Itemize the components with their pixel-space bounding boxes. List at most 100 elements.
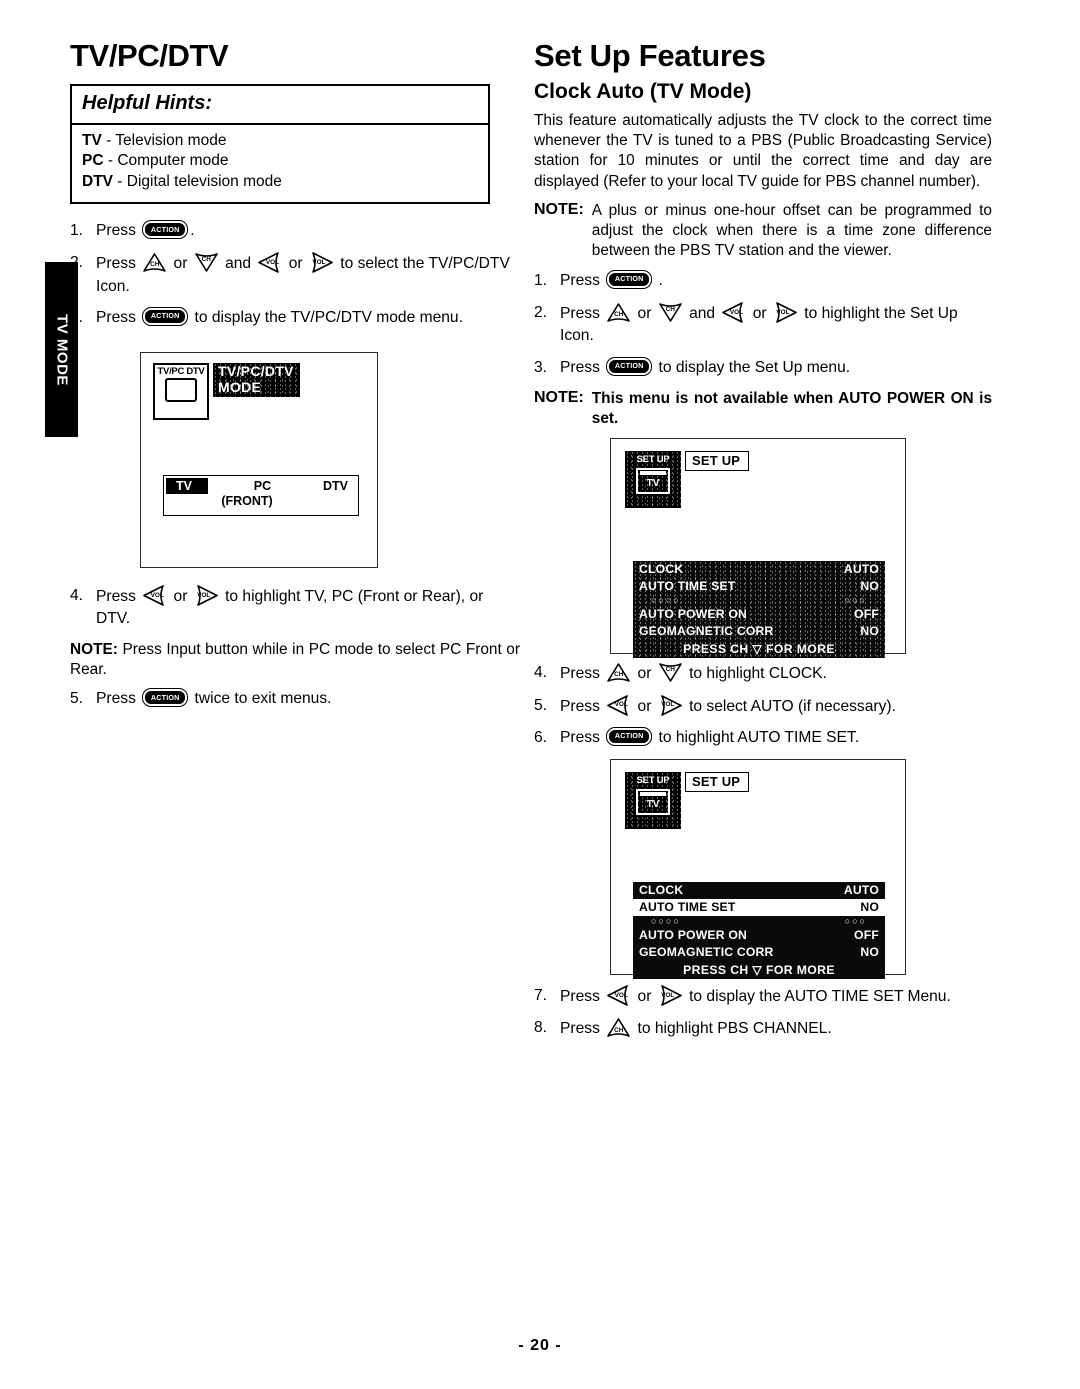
hint-desc: - Digital television mode (113, 172, 282, 190)
step-text: Press VOL or VOL to display the AUTO TIM… (560, 985, 992, 1009)
feature-description: This feature automatically adjusts the T… (534, 112, 992, 190)
note-body: This menu is not available when AUTO POW… (591, 389, 992, 427)
step-number: 5. (70, 690, 84, 708)
right-note-2: NOTE: This menu is not available when AU… (534, 389, 992, 429)
channel-up-icon[interactable]: CH (606, 1017, 631, 1038)
channel-down-icon[interactable]: CH (194, 252, 219, 273)
setup-menu-list: CLOCK AUTO AUTO TIME SET NO ○○○○ ○○○ AUTO… (633, 881, 885, 979)
menu-row-value: OFF (854, 928, 879, 943)
step-number: 3. (534, 359, 548, 377)
step-text-pre: Press (560, 304, 605, 322)
volume-up-icon[interactable]: VOL (658, 985, 683, 1006)
menu-row-value: NO (860, 579, 879, 594)
tv-pc-dtv-icon-label: TV/PC DTV (157, 366, 205, 377)
list-item: 7. Press VOL or VOL to display the AUTO … (534, 985, 992, 1009)
note-lead: NOTE: (70, 641, 118, 659)
note-lead: NOTE: (534, 388, 584, 406)
step-text: Press CH or CH and VOL or VOL to highlig… (560, 302, 992, 348)
action-button-label: ACTION (609, 730, 650, 744)
step-text: Press CH to highlight PBS CHANNEL. (560, 1017, 992, 1041)
channel-up-icon[interactable]: CH (606, 662, 631, 683)
left-steps-5: 5. Press ACTION twice to exit menus. (70, 688, 520, 711)
volume-up-icon[interactable]: VOL (658, 694, 683, 716)
step-text-pre: Press (96, 690, 141, 708)
step-text-pre: Press (560, 664, 605, 682)
option-pc-sublabel: (FRONT) (221, 494, 273, 508)
menu-row-clock[interactable]: CLOCK AUTO (633, 882, 885, 899)
action-button-icon[interactable]: ACTION (606, 357, 653, 377)
list-item: 4. Press VOL or VOL to highlight TV, PC … (70, 584, 520, 631)
step-text-mid: and (684, 304, 720, 322)
menu-row-auto-power-on[interactable]: AUTO POWER ON OFF (633, 606, 885, 623)
step-number: 3. (70, 309, 84, 327)
helpful-hints-list: TV - Television mode PC - Computer mode … (72, 125, 488, 202)
left-steps-4: 4. Press VOL or VOL to highlight TV, PC … (70, 584, 520, 631)
option-pc[interactable]: PC (254, 479, 277, 493)
menu-row-auto-power-on[interactable]: AUTO POWER ON OFF (633, 927, 885, 944)
menu-row-value: NO (860, 945, 879, 960)
action-button-icon[interactable]: ACTION (606, 727, 653, 747)
volume-down-icon[interactable]: VOL (606, 985, 631, 1006)
hint-item: DTV - Digital television mode (82, 172, 478, 192)
step-text-pre: Press (560, 987, 605, 1005)
page-number: - 20 - (518, 1337, 562, 1354)
action-button-label: ACTION (145, 223, 186, 237)
setup-icon: SET UP TV (625, 450, 681, 508)
option-tv-selected[interactable]: TV (166, 478, 208, 494)
action-button-label: ACTION (609, 273, 650, 287)
action-button-icon[interactable]: ACTION (142, 307, 189, 327)
volume-up-icon[interactable]: VOL (309, 252, 334, 273)
menu-row-auto-time-set[interactable]: AUTO TIME SET NO (633, 578, 885, 595)
channel-up-icon[interactable]: CH (142, 252, 167, 273)
step-text-mid: or (169, 587, 192, 605)
right-steps-7-8: 7. Press VOL or VOL to display the AUTO … (534, 985, 992, 1041)
menu-row-label: GEOMAGNETIC CORR (639, 945, 774, 960)
step-number: 4. (534, 663, 548, 681)
menu-row-geomagnetic-corr[interactable]: GEOMAGNETIC CORR NO (633, 623, 885, 640)
list-item: 3. Press ACTION to display the TV/PC/DTV… (70, 307, 520, 330)
right-steps-1-3: 1. Press ACTION . 2. Press CH or CH and … (534, 270, 992, 379)
menu-row-geomagnetic-corr[interactable]: GEOMAGNETIC CORR NO (633, 944, 885, 961)
menu-row-clock[interactable]: CLOCK AUTO (633, 561, 885, 578)
list-item: 1. Press ACTION. (70, 220, 520, 243)
channel-up-icon[interactable]: CH (606, 302, 631, 323)
osd-title-line2: MODE (218, 378, 262, 395)
osd-title-banner: TV/PC/DTV MODE (213, 363, 300, 398)
list-item: 6. Press ACTION to highlight AUTO TIME S… (534, 727, 992, 750)
step-text-post: . (190, 222, 195, 240)
menu-row-value: NO (860, 900, 879, 915)
osd-title-line1: TV/PC/DTV (218, 363, 294, 379)
volume-down-icon[interactable]: VOL (606, 694, 631, 716)
volume-down-icon[interactable]: VOL (721, 302, 746, 323)
list-item: 5. Press ACTION twice to exit menus. (70, 688, 520, 711)
action-button-icon[interactable]: ACTION (606, 270, 653, 290)
step-text-mid: or (633, 664, 656, 682)
left-note: NOTE: Press Input button while in PC mod… (70, 640, 520, 680)
osd-screenshot-tv-pc-dtv: TV/PC DTV TV/PC/DTV MODE TV PC DTV (FRON… (140, 352, 378, 568)
menu-row-label: AUTO POWER ON (639, 607, 748, 622)
step-text-mid: or (748, 304, 771, 322)
list-item: 3. Press ACTION to display the Set Up me… (534, 357, 992, 380)
step-text: Press CH or CH to highlight CLOCK. (560, 662, 992, 686)
volume-down-icon[interactable]: VOL (257, 252, 282, 273)
menu-row-value: OFF (854, 607, 879, 622)
hint-desc: - Computer mode (103, 152, 229, 170)
list-item: 8. Press CH to highlight PBS CHANNEL. (534, 1017, 992, 1041)
section-tab-label: TV MODE (53, 313, 70, 386)
step-text-pre: Press (96, 254, 141, 272)
channel-down-icon[interactable]: CH (658, 302, 683, 323)
option-dtv[interactable]: DTV (323, 479, 354, 493)
channel-down-icon[interactable]: CH (658, 662, 683, 683)
osd-screenshot-setup-2: SET UP TV SET UP CLOCK AUTO AUTO TIME SE… (610, 758, 906, 979)
menu-row-value: AUTO (843, 562, 879, 577)
volume-up-icon[interactable]: VOL (773, 302, 798, 323)
action-button-icon[interactable]: ACTION (142, 688, 189, 708)
step-number: 2. (70, 253, 84, 271)
volume-up-icon[interactable]: VOL (194, 584, 219, 606)
menu-row-auto-time-set-selected[interactable]: AUTO TIME SET NO (633, 898, 885, 916)
osd-icon-row: SET UP TV SET UP (625, 771, 750, 829)
volume-down-icon[interactable]: VOL (142, 584, 167, 606)
action-button-label: ACTION (145, 691, 186, 705)
tv-glyph-label: TV (646, 477, 660, 489)
action-button-icon[interactable]: ACTION (142, 220, 189, 240)
